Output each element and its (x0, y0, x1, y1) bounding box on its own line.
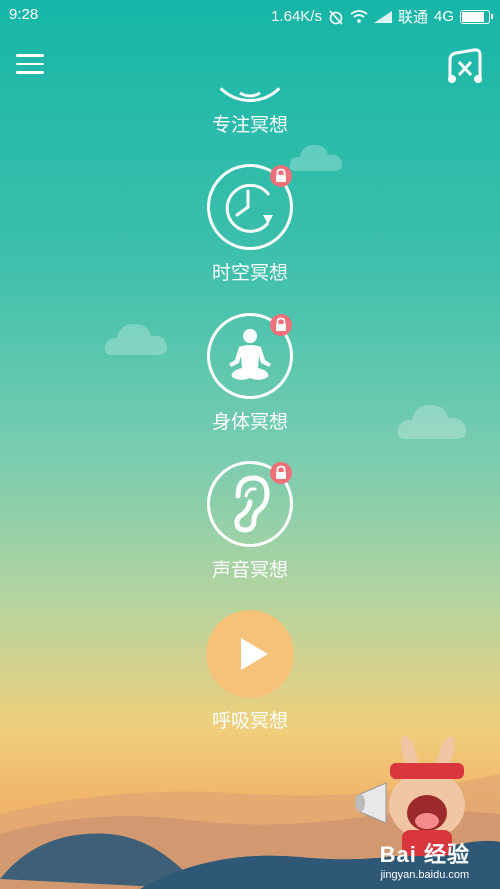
meditation-label: 时空冥想 (211, 262, 288, 284)
meditation-item-breath[interactable]: 呼吸冥想 (200, 610, 300, 733)
carrier-name: 联通 (397, 9, 428, 26)
play-button[interactable] (206, 610, 294, 698)
meditation-label: 专注冥想 (211, 114, 288, 136)
meditation-screen: 9:28 1.64K/s 联通 4G 专注冥想 时空冥想 身体冥想 声音冥想 呼… (0, 0, 500, 889)
menu-line (16, 71, 44, 74)
meditation-item-sound[interactable]: 声音冥想 (200, 461, 300, 582)
cloud-decoration (104, 324, 168, 355)
cloud-decoration (397, 405, 467, 439)
lock-icon (276, 465, 286, 479)
sound-circle (207, 461, 293, 547)
focus-icon (239, 91, 261, 98)
lock-badge (270, 165, 292, 187)
battery-icon (460, 9, 493, 24)
body-circle (207, 313, 293, 399)
wifi-icon (350, 9, 368, 23)
menu-line (16, 62, 44, 65)
menu-line (16, 54, 44, 57)
lock-badge (270, 314, 292, 336)
menu-button[interactable] (16, 54, 44, 76)
meditation-item-body[interactable]: 身体冥想 (200, 313, 300, 434)
focus-circle (207, 4, 293, 102)
status-time: 9:28 (9, 6, 39, 23)
time-space-circle (207, 164, 293, 250)
meditation-label: 呼吸冥想 (211, 710, 288, 732)
no-music-button[interactable] (446, 48, 484, 84)
baidu-watermark: Bai 经验 jingyan.baidu.com (380, 837, 470, 881)
meditation-item-focus[interactable]: 专注冥想 (200, 4, 300, 137)
meditation-label: 声音冥想 (211, 559, 288, 581)
network-type: 4G (433, 8, 454, 25)
meditation-label: 身体冥想 (211, 411, 288, 433)
alarm-off-icon (329, 9, 343, 25)
play-icon (241, 638, 268, 670)
watermark-brand: Bai 经验 (379, 842, 470, 867)
watermark-url: jingyan.baidu.com (380, 869, 470, 881)
lock-icon (276, 317, 286, 331)
lock-icon (276, 168, 286, 182)
meditation-item-time-space[interactable]: 时空冥想 (200, 164, 300, 285)
signal-icon (373, 10, 392, 23)
lock-badge (270, 462, 292, 484)
